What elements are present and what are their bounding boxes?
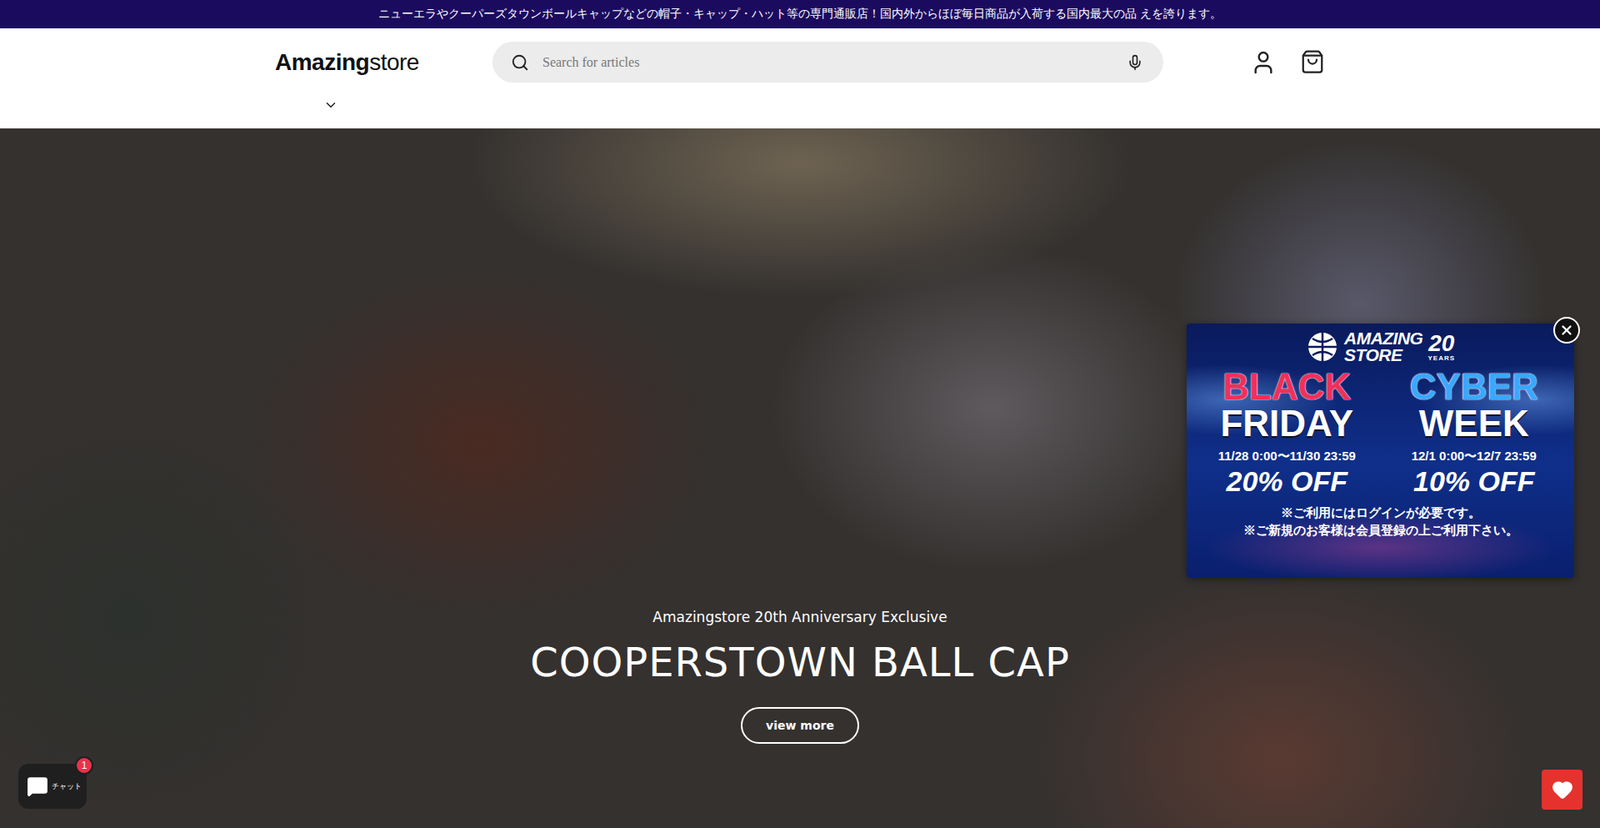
header: Amazingstore bbox=[0, 28, 1600, 129]
microphone-icon bbox=[1126, 54, 1144, 71]
wishlist-button[interactable] bbox=[1541, 769, 1583, 810]
popup-close-button[interactable] bbox=[1553, 316, 1580, 344]
bag-icon bbox=[1300, 49, 1325, 75]
logo[interactable]: Amazingstore bbox=[275, 49, 493, 76]
chat-label: チャット bbox=[51, 780, 82, 792]
hero-banner: Amazingstore 20th Anniversary Exclusive C… bbox=[0, 128, 1600, 828]
search-icon bbox=[510, 53, 530, 72]
logo-bold: Amazing bbox=[275, 49, 370, 75]
brand-bottom: STORE bbox=[1344, 346, 1424, 364]
search-input[interactable] bbox=[540, 54, 1115, 71]
announcement-bar: ニューエラやクーパーズタウンボールキャップなどの帽子・キャップ・ハット等の専門通… bbox=[0, 0, 1600, 29]
campaign-title-bottom: FRIDAY bbox=[1220, 405, 1354, 442]
promo-brand: AMAZINGSTORE20YEARS bbox=[1305, 330, 1455, 364]
campaign-discount: 20% OFF bbox=[1226, 465, 1348, 497]
chat-badge: 1 bbox=[75, 755, 94, 775]
campaign: CYBERWEEK 12/1 0:00〜12/7 23:5910% OFF bbox=[1382, 368, 1567, 497]
chat-icon bbox=[26, 773, 49, 799]
brand-number: 20 bbox=[1428, 331, 1455, 355]
cart-button[interactable] bbox=[1300, 49, 1325, 76]
chat-widget[interactable]: チャット1 bbox=[18, 763, 87, 809]
voice-search-button[interactable] bbox=[1126, 54, 1144, 71]
search-bar bbox=[492, 41, 1164, 83]
promo-note: ※ご新規のお客様は会員登録の上ご利用下さい。 bbox=[1243, 520, 1519, 539]
menu-row bbox=[275, 97, 1325, 113]
menu-toggle[interactable] bbox=[323, 97, 339, 113]
campaign-title-top: CYBER bbox=[1410, 368, 1539, 405]
hero-title: COOPERSTOWN BALL CAP bbox=[530, 638, 1070, 685]
promo-popup[interactable]: AMAZINGSTORE20YEARS BLACKFRIDAY 11/28 0:00… bbox=[1186, 323, 1575, 578]
account-button[interactable] bbox=[1250, 49, 1277, 76]
promo-notes: ※ご利用にはログインが必要です。※ご新規のお客様は会員登録の上ご利用下さい。 bbox=[1243, 503, 1519, 539]
campaign-dates: 12/1 0:00〜12/7 23:59 bbox=[1411, 448, 1537, 465]
brand-years: 20YEARS bbox=[1427, 331, 1455, 362]
page: ニューエラやクーパーズタウンボールキャップなどの帽子・キャップ・ハット等の専門通… bbox=[0, 0, 1600, 828]
promo-note: ※ご利用にはログインが必要です。 bbox=[1280, 503, 1481, 521]
chevron-down-icon bbox=[323, 97, 339, 113]
header-row: Amazingstore bbox=[275, 41, 1325, 83]
header-icons bbox=[1163, 49, 1325, 76]
view-more-button[interactable]: view more bbox=[740, 706, 860, 744]
header-inner: Amazingstore bbox=[275, 28, 1325, 129]
campaign-list: BLACKFRIDAY 11/28 0:00〜11/30 23:5920% OFF… bbox=[1195, 368, 1566, 497]
hero-eyebrow: Amazingstore 20th Anniversary Exclusive bbox=[652, 608, 947, 625]
brand-top: AMAZING bbox=[1344, 330, 1424, 347]
heart-icon bbox=[1551, 778, 1574, 800]
brand-globe-icon bbox=[1305, 330, 1340, 364]
brand-unit: YEARS bbox=[1427, 355, 1455, 362]
brand-words: AMAZINGSTORE bbox=[1344, 330, 1424, 364]
campaign-dates: 11/28 0:00〜11/30 23:59 bbox=[1218, 448, 1356, 465]
campaign: BLACKFRIDAY 11/28 0:00〜11/30 23:5920% OFF bbox=[1195, 368, 1380, 497]
user-icon bbox=[1250, 49, 1277, 76]
campaign-title-bottom: WEEK bbox=[1419, 405, 1530, 442]
logo-light: store bbox=[369, 49, 420, 75]
campaign-discount: 10% OFF bbox=[1413, 465, 1535, 497]
campaign-title-top: BLACK bbox=[1222, 368, 1351, 405]
close-icon bbox=[1559, 322, 1575, 338]
